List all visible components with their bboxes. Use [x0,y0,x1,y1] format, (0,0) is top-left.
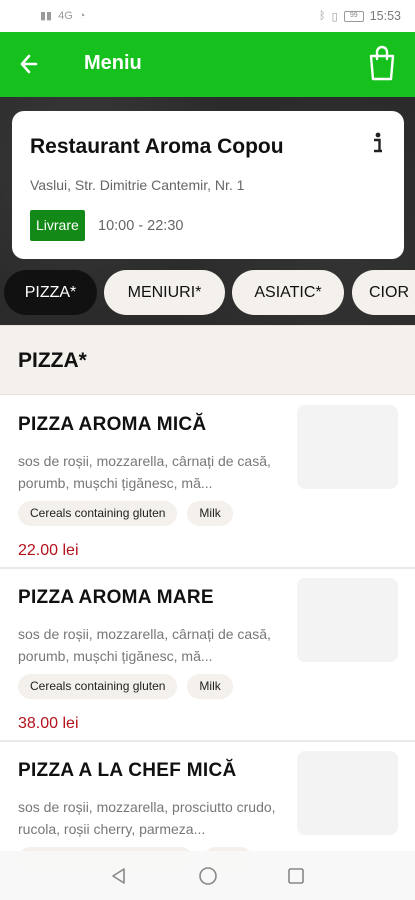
nav-back-icon[interactable] [109,866,129,886]
allergen-chip: Milk [187,501,233,526]
back-button[interactable] [14,48,50,80]
item-name: PIZZA AROMA MARE [18,587,214,608]
status-left: ▮▮ 4G ◔ [40,9,86,23]
allergen-chip: Cereals containing gluten [18,501,178,526]
info-button[interactable] [370,131,386,155]
category-tabs: PIZZA* MENIURI* ASIATIC* CIOR [0,270,415,316]
opening-hours: 10:00 - 22:30 [98,218,184,234]
item-price: 22.00 lei [18,542,79,559]
signal-icon: ▮▮ [40,10,53,22]
allergen-list: Cereals containing gluten Milk [18,674,233,699]
tab-meniuri[interactable]: MENIURI* [104,270,225,315]
item-description: sos de roșii, mozzarella, cârnați de cas… [18,626,271,664]
menu-item[interactable]: PIZZA AROMA MICĂ sos de roșii, mozzarell… [0,396,415,569]
vibrate-icon: ▯ [331,10,338,23]
item-name: PIZZA A LA CHEF MICĂ [18,760,237,781]
app-bar: Meniu [0,32,415,97]
shopping-bag-icon [369,45,395,81]
section-title: PIZZA* [18,349,87,372]
nav-home-icon[interactable] [198,866,218,886]
item-description: sos de roșii, mozzarella, cârnați de cas… [18,453,271,491]
network-type: 4G [58,9,73,22]
allergen-chip: Milk [187,674,233,699]
cart-button[interactable] [367,44,397,82]
tab-asiatic[interactable]: ASIATIC* [232,270,344,315]
wifi-icon: ◔ [78,9,86,22]
info-icon [374,132,382,153]
restaurant-name: Restaurant Aroma Copou [30,135,284,158]
tab-pizza[interactable]: PIZZA* [4,270,97,315]
status-right: ᛒ ▯ 99 15:53 [319,9,401,23]
restaurant-card: Restaurant Aroma Copou Vaslui, Str. Dimi… [12,111,404,259]
item-image [297,751,398,835]
delivery-badge: Livrare [30,210,85,241]
item-description: sos de roșii, mozzarella, prosciutto cru… [18,799,276,837]
status-bar: ▮▮ 4G ◔ ᛒ ▯ 99 15:53 [0,0,415,32]
bluetooth-icon: ᛒ [319,10,326,22]
status-time: 15:53 [369,9,401,23]
item-image [297,578,398,662]
allergen-list: Cereals containing gluten Milk [18,501,233,526]
item-price: 38.00 lei [18,715,79,732]
section-header: PIZZA* [0,325,415,395]
system-nav-bar [0,851,415,900]
menu-item[interactable]: PIZZA AROMA MARE sos de roșii, mozzarell… [0,569,415,742]
allergen-chip: Cereals containing gluten [18,674,178,699]
item-name: PIZZA AROMA MICĂ [18,414,207,435]
page-title: Meniu [84,52,142,74]
restaurant-address: Vaslui, Str. Dimitrie Cantemir, Nr. 1 [30,177,245,193]
item-image [297,405,398,489]
arrow-left-icon [20,54,38,74]
battery-icon: 99 [343,10,364,22]
tab-ciorbe[interactable]: CIOR [352,270,415,315]
nav-recents-icon[interactable] [286,866,306,886]
